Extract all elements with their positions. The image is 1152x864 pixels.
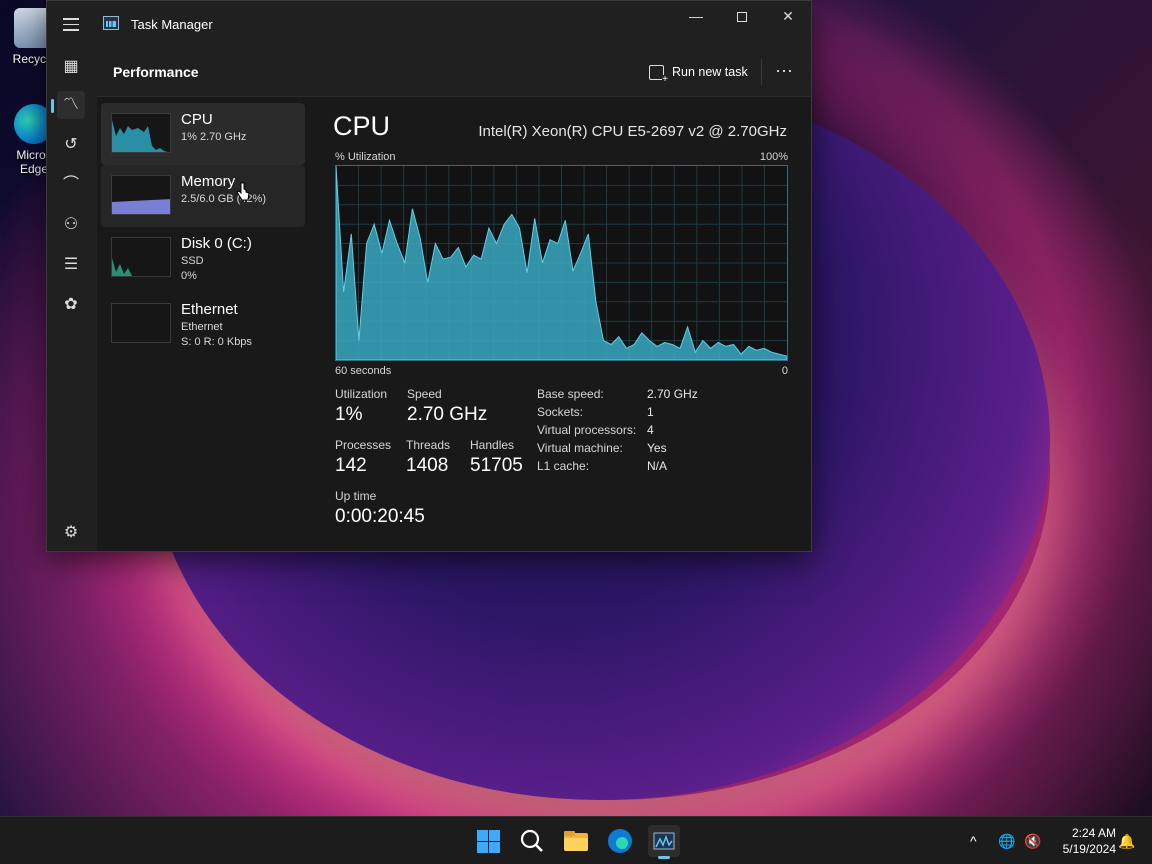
clock-date: 5/19/2024	[1062, 842, 1116, 856]
volume-muted-icon[interactable]: 🔇	[1024, 817, 1041, 864]
perf-item-cpu[interactable]: CPU 1% 2.70 GHz	[101, 103, 305, 165]
graph-time-right: 0	[781, 365, 788, 377]
performance-nav-icon[interactable]: 〽	[51, 91, 85, 119]
cpu-graph-svg	[335, 165, 788, 361]
startup-apps-nav-icon[interactable]: ⌒	[57, 171, 85, 199]
close-button[interactable]: ✕	[765, 1, 811, 31]
spec-row: L1 cache: N/A	[537, 459, 698, 477]
perf-item-memory-sub: 2.5/6.0 GB (42%)	[181, 193, 266, 205]
perf-item-memory-name: Memory	[181, 173, 236, 190]
spec-row: Virtual machine: Yes	[537, 441, 698, 459]
window-title: Task Manager	[131, 17, 213, 32]
stat-uptime-label: Up time	[335, 489, 377, 503]
memory-mini-graph	[111, 175, 171, 215]
stat-processes-value: 142	[335, 455, 367, 476]
network-globe-icon[interactable]: 🌐	[998, 817, 1015, 864]
nav-rail: ▦ 〽 ↺ ⌒ ⚇ ☰ ✿ ⚙	[47, 47, 95, 553]
stat-processes: Processes 142	[335, 438, 391, 477]
perf-item-ethernet-name: Ethernet	[181, 301, 238, 318]
edge-browser-icon[interactable]	[604, 825, 636, 857]
spec-value: Yes	[647, 441, 667, 455]
start-windows-icon[interactable]	[472, 825, 504, 857]
run-new-task-label: Run new task	[672, 65, 748, 79]
stat-processes-label: Processes	[335, 438, 392, 452]
task-manager-window: Task Manager — ✕ ▦ 〽 ↺ ⌒ ⚇ ☰ ✿ ⚙ Perform…	[46, 0, 812, 552]
header-divider	[761, 59, 762, 85]
stat-threads-value: 1408	[406, 455, 449, 476]
utilization-axis-label: % Utilization	[335, 151, 396, 163]
spec-key: Sockets:	[537, 405, 584, 419]
clock[interactable]: 2:24 AM 5/19/2024	[1052, 825, 1116, 857]
settings-gear-icon[interactable]: ⚙	[57, 519, 85, 547]
task-manager-taskbar-icon[interactable]	[648, 825, 680, 859]
spec-row: Virtual processors: 4	[537, 423, 698, 441]
perf-item-ethernet[interactable]: Ethernet Ethernet S: 0 R: 0 Kbps	[101, 293, 305, 355]
stat-handles-value: 51705	[470, 455, 523, 476]
perf-item-cpu-sub: 1% 2.70 GHz	[181, 131, 247, 143]
spec-key: L1 cache:	[537, 459, 590, 473]
graph-time-left: 60 seconds	[335, 365, 392, 377]
perf-item-memory[interactable]: Memory 2.5/6.0 GB (42%)	[101, 165, 305, 227]
spec-value: 4	[647, 423, 654, 437]
stat-utilization-value: 1%	[335, 404, 363, 425]
clock-time: 2:24 AM	[1071, 826, 1116, 840]
run-new-task-button[interactable]: Run new task	[649, 61, 748, 85]
page-title: Performance	[113, 64, 199, 80]
cpu-utilization-graph	[335, 165, 788, 361]
hand-cursor-icon	[236, 182, 250, 201]
stat-threads-label: Threads	[406, 438, 451, 452]
spec-row: Base speed: 2.70 GHz	[537, 387, 698, 405]
stat-handles-label: Handles	[470, 438, 515, 452]
perf-item-cpu-name: CPU	[181, 111, 213, 128]
hamburger-menu-icon[interactable]	[61, 14, 81, 34]
spec-value: 1	[647, 405, 654, 419]
spec-row: Sockets: 1	[537, 405, 698, 423]
search-icon[interactable]	[516, 825, 548, 857]
spec-key: Virtual machine:	[537, 441, 623, 455]
minimize-button[interactable]: —	[673, 1, 719, 31]
perf-item-disk[interactable]: Disk 0 (C:) SSD 0%	[101, 227, 305, 289]
ethernet-mini-graph	[111, 303, 171, 343]
stat-utilization-label: Utilization	[335, 387, 388, 401]
stat-speed-label: Speed	[407, 387, 442, 401]
perf-item-disk-type: SSD	[181, 255, 204, 267]
maximize-button[interactable]	[719, 1, 765, 31]
performance-page: Performance Run new task ⋯ CPU 1% 2.70 G…	[97, 47, 811, 551]
processes-nav-icon[interactable]: ▦	[57, 53, 85, 81]
app-history-nav-icon[interactable]: ↺	[57, 131, 85, 159]
file-explorer-icon[interactable]	[560, 825, 592, 857]
notification-bell-icon[interactable]: 🔔	[1118, 817, 1135, 864]
page-header: Performance Run new task ⋯	[97, 47, 811, 97]
show-hidden-icons-chevron-icon[interactable]: ^	[970, 817, 977, 864]
title-bar[interactable]: Task Manager — ✕	[47, 1, 811, 47]
spec-value: N/A	[647, 459, 668, 473]
services-nav-icon[interactable]: ✿	[57, 291, 85, 319]
stat-uptime-value: 0:00:20:45	[335, 506, 425, 527]
cpu-title: CPU	[333, 111, 391, 141]
stat-uptime: Up time 0:00:20:45	[335, 489, 425, 528]
stat-speed: Speed 2.70 GHz	[407, 387, 487, 426]
perf-item-ethernet-adapter: Ethernet	[181, 321, 223, 333]
task-manager-app-icon	[103, 16, 119, 30]
perf-item-ethernet-throughput: S: 0 R: 0 Kbps	[181, 336, 252, 348]
spec-value: 2.70 GHz	[647, 387, 698, 401]
perf-item-disk-usage: 0%	[181, 270, 197, 282]
perf-item-disk-name: Disk 0 (C:)	[181, 235, 252, 252]
utilization-max-label: 100%	[759, 151, 788, 163]
stat-speed-value: 2.70 GHz	[407, 404, 488, 425]
cpu-specs: Base speed: 2.70 GHz Sockets: 1 Virtual pr…	[537, 387, 698, 477]
users-nav-icon[interactable]: ⚇	[57, 211, 85, 239]
spec-key: Virtual processors:	[537, 423, 637, 437]
run-task-icon	[649, 64, 668, 85]
stat-handles: Handles 51705	[470, 438, 523, 477]
stat-utilization: Utilization 1%	[335, 387, 387, 426]
spec-key: Base speed:	[537, 387, 604, 401]
details-nav-icon[interactable]: ☰	[57, 251, 85, 279]
stat-threads: Threads 1408	[406, 438, 450, 477]
disk-mini-graph	[111, 237, 171, 277]
cpu-mini-graph	[111, 113, 171, 153]
cpu-model: Intel(R) Xeon(R) CPU E5-2697 v2 @ 2.70GH…	[478, 123, 787, 140]
more-options-icon[interactable]: ⋯	[775, 61, 794, 82]
taskbar: ^ 🌐 🔇 2:24 AM 5/19/2024 🔔	[0, 816, 1152, 864]
